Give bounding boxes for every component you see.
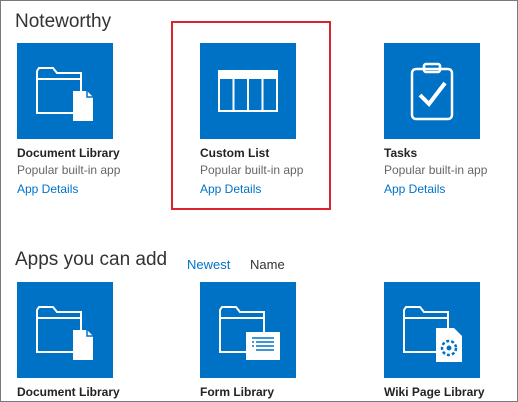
form-library-icon[interactable] [200,282,296,378]
tile-description: Popular built-in app [17,163,121,177]
document-library-icon[interactable] [17,282,113,378]
app-tile-tasks[interactable]: Tasks Popular built-in app App Details [384,43,514,196]
highlight-box [171,21,331,210]
tile-name[interactable]: Document Library [17,385,147,399]
sort-newest-link[interactable]: Newest [187,257,230,272]
sort-name-link[interactable]: Name [250,257,285,272]
tile-name[interactable]: Tasks [384,146,514,160]
tile-description: Popular built-in app [384,163,488,177]
apps-panel: Noteworthy Document Library Popular buil… [0,0,518,402]
wiki-page-library-icon[interactable] [384,282,480,378]
noteworthy-heading: Noteworthy [15,11,112,32]
app-tile-form-library[interactable]: Form Library [200,282,330,399]
app-tile-document-library[interactable]: Document Library [17,282,147,399]
app-tile-document-library[interactable]: Document Library Popular built-in app Ap… [17,43,147,196]
app-details-link[interactable]: App Details [17,182,147,196]
document-library-icon[interactable] [17,43,113,139]
tasks-icon[interactable] [384,43,480,139]
tile-name[interactable]: Document Library [17,146,147,160]
app-tile-wiki-page-library[interactable]: Wiki Page Library [384,282,514,399]
tile-name[interactable]: Form Library [200,385,330,399]
apps-you-can-add-heading: Apps you can add [15,249,168,270]
tile-name[interactable]: Wiki Page Library [384,385,514,399]
app-details-link[interactable]: App Details [384,182,514,196]
